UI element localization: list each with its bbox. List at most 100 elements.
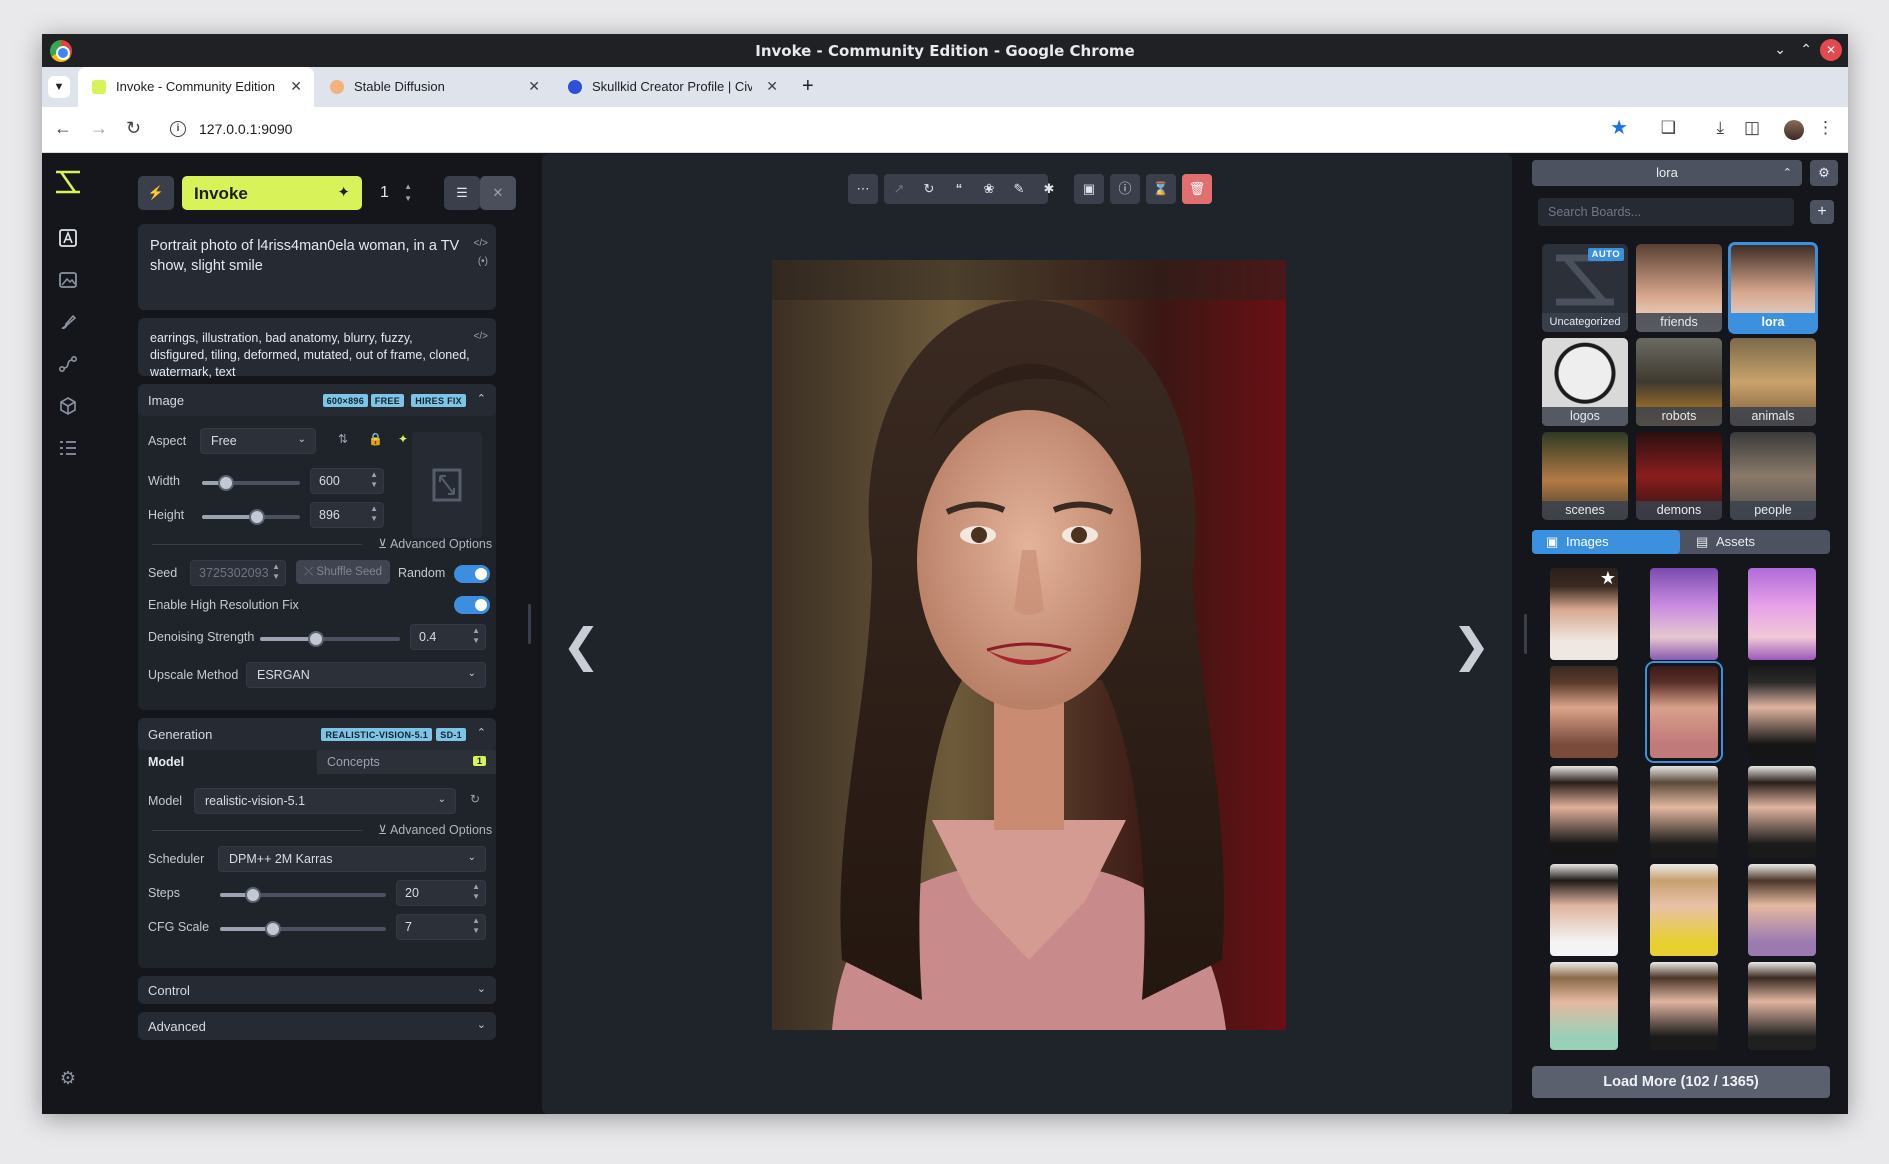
denoise-input[interactable]: 0.4 ▲ ▼ — [410, 624, 486, 650]
remix-icon[interactable]: ↻ — [914, 174, 944, 204]
board-lora[interactable]: lora — [1728, 242, 1818, 334]
bookmark-star-icon[interactable]: ★ — [1610, 115, 1628, 140]
settings-gear-icon[interactable]: ⚙ — [56, 1066, 80, 1090]
tab-concepts[interactable]: Concepts 1 — [317, 750, 496, 774]
cancel-button[interactable]: ✕ — [480, 176, 516, 210]
url-field[interactable]: 127.0.0.1:9090 — [199, 121, 292, 137]
positive-prompt-input[interactable]: Portrait photo of l4riss4man0ela woman, … — [138, 224, 496, 310]
tab-model[interactable]: Model — [138, 750, 317, 774]
models-cube-icon[interactable] — [56, 396, 80, 420]
board-logos[interactable]: logos — [1542, 338, 1628, 426]
tab-close-icon[interactable]: ✕ — [528, 78, 540, 95]
steps-slider-knob[interactable] — [245, 887, 261, 903]
stepper-icon[interactable]: ▲ ▼ — [472, 626, 480, 646]
advanced-options-toggle[interactable]: ⊻ Advanced Options — [378, 822, 492, 837]
board-friends[interactable]: friends — [1636, 244, 1722, 332]
width-input[interactable]: 600 ▲ ▼ — [310, 468, 384, 494]
delete-trash-icon[interactable]: 🗑 — [1182, 174, 1212, 204]
gallery-thumbnail[interactable] — [1748, 864, 1816, 956]
gallery-thumbnail[interactable] — [1748, 666, 1816, 758]
advanced-options-toggle[interactable]: ⊻ Advanced Options — [378, 536, 492, 551]
new-tab-icon[interactable]: + — [802, 75, 814, 98]
gallery-thumbnail[interactable] — [1748, 766, 1816, 858]
back-icon[interactable]: ← — [54, 118, 72, 139]
tab-assets[interactable]: ▤ Assets — [1682, 530, 1830, 554]
chevron-up-icon[interactable]: ⌃ — [477, 392, 486, 405]
load-more-button[interactable]: Load More (102 / 1365) — [1532, 1066, 1830, 1098]
info-icon[interactable]: ⓘ — [1110, 174, 1140, 204]
steps-input[interactable]: 20 ▲ ▼ — [396, 880, 486, 906]
control-section[interactable]: Control ⌄ — [138, 976, 496, 1004]
iterations-spin-icon[interactable]: ▲ ▼ — [404, 181, 412, 205]
next-image-icon[interactable]: ❯ — [1452, 618, 1491, 672]
gallery-thumbnail[interactable] — [1650, 568, 1718, 660]
advanced-section[interactable]: Advanced ⌄ — [138, 1012, 496, 1040]
random-seed-toggle[interactable] — [454, 565, 490, 583]
stepper-icon[interactable]: ▲ ▼ — [370, 504, 378, 524]
advanced-section-header[interactable]: Advanced ⌄ — [138, 1012, 496, 1040]
use-size-ruler-icon[interactable]: ✎ — [1004, 174, 1034, 204]
generation-section-header[interactable]: Generation REALISTIC-VISION-5.1 SD-1 ⌃ — [138, 718, 496, 750]
width-slider-knob[interactable] — [218, 475, 234, 491]
swap-dimensions-icon[interactable]: ⇅ — [338, 432, 348, 446]
hires-fix-toggle[interactable] — [454, 596, 490, 614]
board-robots[interactable]: robots — [1636, 338, 1722, 426]
use-prompt-quote-icon[interactable]: “ — [944, 174, 974, 204]
embed-code-icon[interactable]: </> — [474, 234, 488, 254]
board-selector[interactable]: lora ⌃ — [1532, 160, 1802, 186]
lightning-button[interactable]: ⚡ — [138, 176, 174, 210]
gallery-thumbnail[interactable] — [1550, 962, 1618, 1050]
previous-image-icon[interactable]: ❮ — [562, 618, 601, 672]
cfg-input[interactable]: 7 ▲ ▼ — [396, 914, 486, 940]
board-demons[interactable]: demons — [1636, 432, 1722, 520]
upscale-select[interactable]: ESRGAN ⌄ — [246, 662, 486, 688]
steps-slider[interactable] — [220, 887, 386, 903]
height-slider-knob[interactable] — [249, 509, 265, 525]
gallery-thumbnail[interactable] — [1748, 962, 1816, 1050]
board-animals[interactable]: animals — [1730, 338, 1816, 426]
aspect-select[interactable]: Free ⌄ — [200, 428, 316, 454]
height-input[interactable]: 896 ▲ ▼ — [310, 502, 384, 528]
board-search-input[interactable]: Search Boards... — [1538, 198, 1794, 226]
invoke-button[interactable]: Invoke ✦ — [182, 176, 362, 210]
gallery-thumbnail[interactable] — [1650, 864, 1718, 956]
gallery-thumbnail[interactable] — [1550, 766, 1618, 858]
tab-images[interactable]: ▣ Images — [1532, 530, 1680, 554]
starred-icon[interactable]: ★ — [1600, 568, 1616, 589]
cfg-slider-knob[interactable] — [265, 921, 281, 937]
cfg-slider[interactable] — [220, 921, 386, 937]
minimize-icon[interactable]: ⌄ — [1774, 41, 1786, 58]
lock-ratio-icon[interactable]: 🔒 — [368, 432, 383, 446]
seed-input[interactable]: 3725302093 ▲ ▼ — [190, 560, 286, 586]
maximize-icon[interactable]: ⌃ — [1800, 41, 1812, 58]
shuffle-seed-button[interactable]: ⤬ Shuffle Seed — [296, 560, 390, 584]
gallery-thumbnail[interactable]: ★ — [1550, 568, 1618, 660]
canvas-brush-icon[interactable] — [56, 312, 80, 336]
stepper-icon[interactable]: ▲ ▼ — [472, 882, 480, 902]
height-slider[interactable] — [202, 509, 300, 525]
iterations-stepper[interactable]: 1 ▲ ▼ — [368, 176, 418, 210]
add-board-plus-icon[interactable]: + — [1810, 200, 1834, 224]
board-scenes[interactable]: scenes — [1542, 432, 1628, 520]
extensions-icon[interactable]: ❑ — [1661, 118, 1676, 138]
gallery-thumbnail[interactable] — [1650, 962, 1718, 1050]
scheduler-select[interactable]: DPM++ 2M Karras ⌄ — [218, 846, 486, 872]
use-all-asterisk-icon[interactable]: ✱ — [1034, 174, 1064, 204]
use-seed-icon[interactable]: ❀ — [974, 174, 1004, 204]
denoise-slider[interactable] — [260, 631, 400, 647]
progress-hourglass-icon[interactable]: ⌛ — [1146, 174, 1176, 204]
gallery-thumbnail[interactable] — [1550, 864, 1618, 956]
embed-code-icon[interactable]: </> — [474, 328, 488, 345]
tab-close-icon[interactable]: ✕ — [766, 78, 778, 95]
text-to-image-icon[interactable] — [56, 228, 80, 252]
site-info-icon[interactable]: i — [170, 121, 186, 137]
board-uncategorized[interactable]: AUTO Uncategorized — [1542, 244, 1628, 332]
tab-stable-diffusion[interactable]: Stable Diffusion ✕ — [316, 67, 552, 107]
side-panel-icon[interactable]: ◫ — [1744, 118, 1760, 138]
stepper-icon[interactable]: ▲ ▼ — [370, 470, 378, 490]
denoise-slider-knob[interactable] — [308, 631, 324, 647]
workflows-icon[interactable] — [56, 354, 80, 378]
gallery-thumbnail[interactable] — [1650, 766, 1718, 858]
upscale-icon[interactable]: ▣ — [1074, 174, 1104, 204]
image-section-header[interactable]: Image 600×896 FREE HIRES FIX ⌃ — [138, 384, 496, 416]
